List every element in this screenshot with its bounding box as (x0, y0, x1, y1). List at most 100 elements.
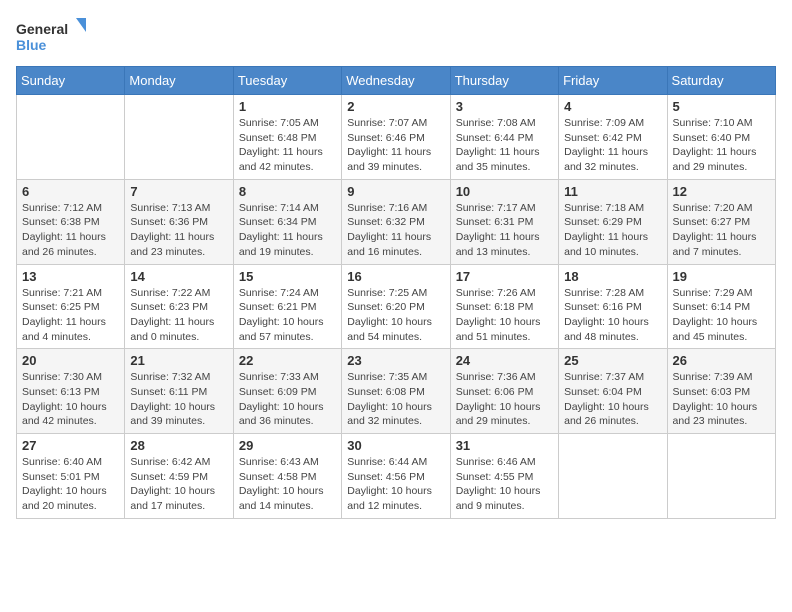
calendar-cell: 20 Sunrise: 7:30 AM Sunset: 6:13 PM Dayli… (17, 349, 125, 434)
day-number: 8 (239, 184, 336, 199)
day-number: 1 (239, 99, 336, 114)
day-number: 10 (456, 184, 553, 199)
day-info: Sunrise: 7:14 AM Sunset: 6:34 PM Dayligh… (239, 201, 336, 260)
calendar-cell (17, 95, 125, 180)
day-number: 29 (239, 438, 336, 453)
day-number: 13 (22, 269, 119, 284)
page-header: General Blue (16, 16, 776, 56)
day-info: Sunrise: 7:05 AM Sunset: 6:48 PM Dayligh… (239, 116, 336, 175)
logo: General Blue (16, 16, 86, 56)
day-number: 22 (239, 353, 336, 368)
calendar-cell: 31 Sunrise: 6:46 AM Sunset: 4:55 PM Dayli… (450, 434, 558, 519)
day-info: Sunrise: 6:40 AM Sunset: 5:01 PM Dayligh… (22, 455, 119, 514)
calendar-cell: 26 Sunrise: 7:39 AM Sunset: 6:03 PM Dayli… (667, 349, 775, 434)
weekday-header-saturday: Saturday (667, 67, 775, 95)
calendar-cell: 21 Sunrise: 7:32 AM Sunset: 6:11 PM Dayli… (125, 349, 233, 434)
weekday-header-row: SundayMondayTuesdayWednesdayThursdayFrid… (17, 67, 776, 95)
weekday-header-thursday: Thursday (450, 67, 558, 95)
day-info: Sunrise: 6:42 AM Sunset: 4:59 PM Dayligh… (130, 455, 227, 514)
day-info: Sunrise: 7:33 AM Sunset: 6:09 PM Dayligh… (239, 370, 336, 429)
day-info: Sunrise: 7:30 AM Sunset: 6:13 PM Dayligh… (22, 370, 119, 429)
day-number: 3 (456, 99, 553, 114)
calendar-cell: 14Sunrise: 7:22 AM Sunset: 6:23 PM Dayli… (125, 264, 233, 349)
day-info: Sunrise: 7:29 AM Sunset: 6:14 PM Dayligh… (673, 286, 770, 345)
calendar-cell: 25 Sunrise: 7:37 AM Sunset: 6:04 PM Dayli… (559, 349, 667, 434)
day-info: Sunrise: 7:39 AM Sunset: 6:03 PM Dayligh… (673, 370, 770, 429)
day-info: Sunrise: 7:17 AM Sunset: 6:31 PM Dayligh… (456, 201, 553, 260)
day-info: Sunrise: 7:24 AM Sunset: 6:21 PM Dayligh… (239, 286, 336, 345)
calendar-cell: 4 Sunrise: 7:09 AM Sunset: 6:42 PM Daylig… (559, 95, 667, 180)
calendar-cell: 3 Sunrise: 7:08 AM Sunset: 6:44 PM Daylig… (450, 95, 558, 180)
day-number: 2 (347, 99, 444, 114)
weekday-header-friday: Friday (559, 67, 667, 95)
calendar-cell: 10 Sunrise: 7:17 AM Sunset: 6:31 PM Dayli… (450, 179, 558, 264)
calendar-cell: 15 Sunrise: 7:24 AM Sunset: 6:21 PM Dayli… (233, 264, 341, 349)
calendar-cell: 30 Sunrise: 6:44 AM Sunset: 4:56 PM Dayli… (342, 434, 450, 519)
day-number: 5 (673, 99, 770, 114)
calendar-cell: 27Sunrise: 6:40 AM Sunset: 5:01 PM Dayli… (17, 434, 125, 519)
calendar-cell: 5Sunrise: 7:10 AM Sunset: 6:40 PM Daylig… (667, 95, 775, 180)
day-info: Sunrise: 6:43 AM Sunset: 4:58 PM Dayligh… (239, 455, 336, 514)
day-number: 26 (673, 353, 770, 368)
day-info: Sunrise: 6:46 AM Sunset: 4:55 PM Dayligh… (456, 455, 553, 514)
weekday-header-tuesday: Tuesday (233, 67, 341, 95)
calendar-cell: 11 Sunrise: 7:18 AM Sunset: 6:29 PM Dayli… (559, 179, 667, 264)
day-number: 25 (564, 353, 661, 368)
day-number: 15 (239, 269, 336, 284)
calendar-week-2: 6Sunrise: 7:12 AM Sunset: 6:38 PM Daylig… (17, 179, 776, 264)
day-number: 17 (456, 269, 553, 284)
calendar-cell: 8 Sunrise: 7:14 AM Sunset: 6:34 PM Daylig… (233, 179, 341, 264)
logo-svg: General Blue (16, 16, 86, 56)
svg-text:Blue: Blue (16, 37, 47, 53)
calendar-cell (559, 434, 667, 519)
calendar-cell: 18 Sunrise: 7:28 AM Sunset: 6:16 PM Dayli… (559, 264, 667, 349)
day-number: 21 (130, 353, 227, 368)
calendar-week-3: 13 Sunrise: 7:21 AM Sunset: 6:25 PM Dayli… (17, 264, 776, 349)
day-info: Sunrise: 7:22 AM Sunset: 6:23 PM Dayligh… (130, 286, 227, 345)
day-number: 31 (456, 438, 553, 453)
calendar-week-1: 1 Sunrise: 7:05 AM Sunset: 6:48 PM Daylig… (17, 95, 776, 180)
calendar-cell: 28Sunrise: 6:42 AM Sunset: 4:59 PM Dayli… (125, 434, 233, 519)
day-info: Sunrise: 7:09 AM Sunset: 6:42 PM Dayligh… (564, 116, 661, 175)
day-info: Sunrise: 7:21 AM Sunset: 6:25 PM Dayligh… (22, 286, 119, 345)
day-info: Sunrise: 7:28 AM Sunset: 6:16 PM Dayligh… (564, 286, 661, 345)
day-info: Sunrise: 7:25 AM Sunset: 6:20 PM Dayligh… (347, 286, 444, 345)
day-info: Sunrise: 7:35 AM Sunset: 6:08 PM Dayligh… (347, 370, 444, 429)
day-number: 23 (347, 353, 444, 368)
calendar-cell: 24 Sunrise: 7:36 AM Sunset: 6:06 PM Dayli… (450, 349, 558, 434)
calendar-week-5: 27Sunrise: 6:40 AM Sunset: 5:01 PM Dayli… (17, 434, 776, 519)
day-number: 18 (564, 269, 661, 284)
calendar-cell: 17Sunrise: 7:26 AM Sunset: 6:18 PM Dayli… (450, 264, 558, 349)
day-info: Sunrise: 7:08 AM Sunset: 6:44 PM Dayligh… (456, 116, 553, 175)
calendar-cell (667, 434, 775, 519)
calendar-cell: 22 Sunrise: 7:33 AM Sunset: 6:09 PM Dayli… (233, 349, 341, 434)
day-number: 24 (456, 353, 553, 368)
day-info: Sunrise: 7:07 AM Sunset: 6:46 PM Dayligh… (347, 116, 444, 175)
day-number: 16 (347, 269, 444, 284)
calendar-cell: 6Sunrise: 7:12 AM Sunset: 6:38 PM Daylig… (17, 179, 125, 264)
calendar-cell: 13 Sunrise: 7:21 AM Sunset: 6:25 PM Dayli… (17, 264, 125, 349)
day-info: Sunrise: 7:20 AM Sunset: 6:27 PM Dayligh… (673, 201, 770, 260)
day-number: 11 (564, 184, 661, 199)
calendar-cell (125, 95, 233, 180)
calendar-cell: 9 Sunrise: 7:16 AM Sunset: 6:32 PM Daylig… (342, 179, 450, 264)
day-number: 9 (347, 184, 444, 199)
day-number: 20 (22, 353, 119, 368)
day-info: Sunrise: 7:32 AM Sunset: 6:11 PM Dayligh… (130, 370, 227, 429)
day-info: Sunrise: 6:44 AM Sunset: 4:56 PM Dayligh… (347, 455, 444, 514)
calendar-cell: 29 Sunrise: 6:43 AM Sunset: 4:58 PM Dayli… (233, 434, 341, 519)
svg-text:General: General (16, 21, 68, 37)
calendar-cell: 12Sunrise: 7:20 AM Sunset: 6:27 PM Dayli… (667, 179, 775, 264)
weekday-header-sunday: Sunday (17, 67, 125, 95)
calendar-cell: 7 Sunrise: 7:13 AM Sunset: 6:36 PM Daylig… (125, 179, 233, 264)
day-info: Sunrise: 7:18 AM Sunset: 6:29 PM Dayligh… (564, 201, 661, 260)
day-number: 4 (564, 99, 661, 114)
day-number: 7 (130, 184, 227, 199)
day-info: Sunrise: 7:37 AM Sunset: 6:04 PM Dayligh… (564, 370, 661, 429)
day-info: Sunrise: 7:13 AM Sunset: 6:36 PM Dayligh… (130, 201, 227, 260)
day-info: Sunrise: 7:16 AM Sunset: 6:32 PM Dayligh… (347, 201, 444, 260)
day-number: 30 (347, 438, 444, 453)
calendar-cell: 2 Sunrise: 7:07 AM Sunset: 6:46 PM Daylig… (342, 95, 450, 180)
day-number: 19 (673, 269, 770, 284)
day-info: Sunrise: 7:36 AM Sunset: 6:06 PM Dayligh… (456, 370, 553, 429)
